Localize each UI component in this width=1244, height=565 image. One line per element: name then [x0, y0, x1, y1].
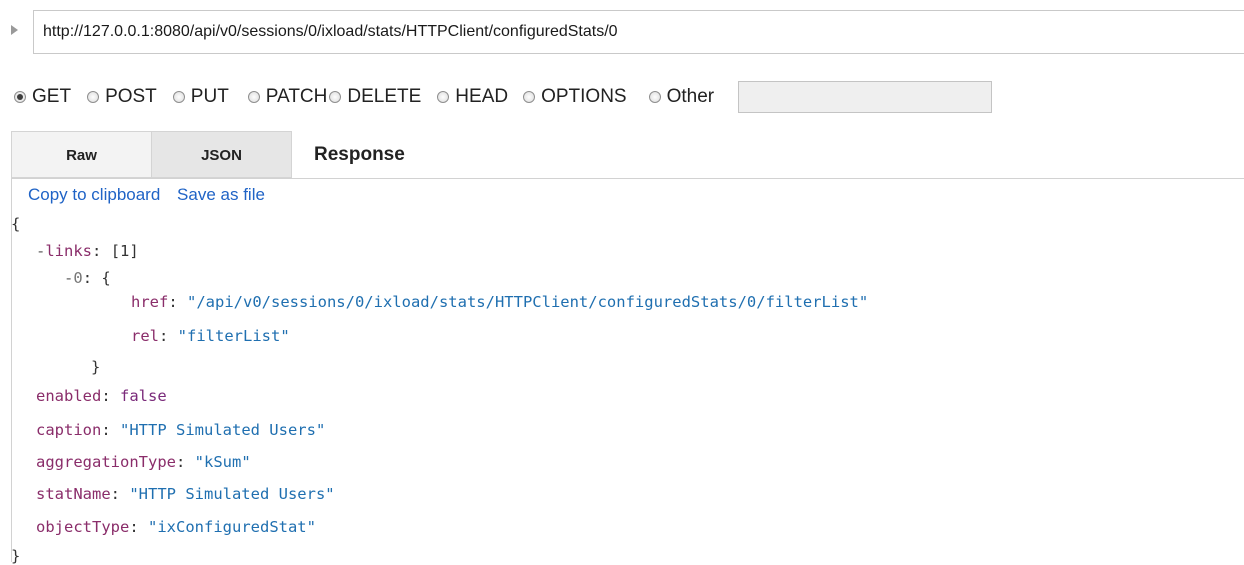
expand-arrow-icon[interactable]: [11, 25, 18, 35]
json-caption-row: caption: "HTTP Simulated Users": [36, 421, 326, 439]
json-links-row: -links: [1]: [36, 242, 139, 260]
radio-put[interactable]: PUT: [172, 86, 229, 108]
json-root-open: {: [11, 215, 20, 233]
item-open-brace: {: [101, 269, 111, 287]
open-brace: {: [11, 215, 21, 233]
json-statname-row: statName: "HTTP Simulated Users": [36, 485, 335, 503]
response-actions: Copy to clipboard Save as file: [28, 185, 277, 205]
radio-delete-label: DELETE: [347, 86, 422, 107]
radio-other[interactable]: Other: [648, 86, 715, 108]
aggregation-type-value: "kSum": [194, 453, 251, 471]
radio-head-label: HEAD: [455, 86, 509, 107]
json-enabled-row: enabled: false: [36, 387, 167, 405]
radio-other-label: Other: [666, 86, 715, 107]
enabled-value: false: [120, 387, 167, 405]
close-brace: }: [11, 547, 21, 565]
enabled-key: enabled: [36, 387, 102, 405]
url-input[interactable]: http://127.0.0.1:8080/api/v0/sessions/0/…: [33, 10, 1244, 54]
json-item-close: }: [91, 358, 100, 376]
radio-icon: [87, 91, 100, 103]
collapse-links-toggle[interactable]: -: [36, 242, 45, 260]
radio-get[interactable]: GET: [14, 86, 71, 108]
radio-icon: [329, 91, 342, 103]
response-heading: Response: [314, 143, 405, 165]
aggregation-type-key: aggregationType: [36, 453, 176, 471]
object-type-key: objectType: [36, 518, 130, 536]
radio-patch[interactable]: PATCH: [247, 86, 328, 108]
json-root-close: }: [11, 547, 20, 565]
radio-icon: [648, 91, 661, 103]
radio-icon: [172, 91, 185, 103]
tab-raw[interactable]: Raw: [11, 131, 152, 178]
method-selector: GET POST PUT PATCH DELETE HEAD OPTIONS O…: [14, 81, 993, 113]
caption-key: caption: [36, 421, 102, 439]
href-key: href: [131, 293, 169, 311]
collapse-item-toggle[interactable]: -: [64, 269, 73, 287]
json-item-row: -0: {: [64, 269, 111, 287]
radio-icon: [437, 91, 450, 103]
other-method-input[interactable]: [738, 81, 993, 113]
item-index: 0: [73, 269, 83, 287]
radio-post[interactable]: POST: [87, 86, 157, 108]
rel-key: rel: [131, 327, 159, 345]
caption-value: "HTTP Simulated Users": [120, 421, 326, 439]
radio-put-label: PUT: [190, 86, 229, 107]
json-href-row: href: "/api/v0/sessions/0/ixload/stats/H…: [131, 293, 869, 311]
response-tabs: Raw JSON Response: [11, 131, 405, 178]
item-close-brace: }: [91, 358, 101, 376]
radio-options-label: OPTIONS: [541, 86, 627, 107]
radio-delete[interactable]: DELETE: [329, 86, 421, 108]
radio-patch-label: PATCH: [265, 86, 328, 107]
radio-icon: [247, 91, 260, 103]
href-value: "/api/v0/sessions/0/ixload/stats/HTTPCli…: [187, 293, 869, 311]
rel-value: "filterList": [177, 327, 290, 345]
stat-name-key: statName: [36, 485, 111, 503]
tab-json[interactable]: JSON: [152, 131, 292, 178]
stat-name-value: "HTTP Simulated Users": [129, 485, 335, 503]
object-type-value: "ixConfiguredStat": [148, 518, 316, 536]
radio-selected-icon: [14, 91, 26, 103]
json-aggregation-row: aggregationType: "kSum": [36, 453, 251, 471]
radio-post-label: POST: [105, 86, 157, 107]
radio-get-label: GET: [32, 86, 72, 107]
radio-options[interactable]: OPTIONS: [523, 86, 627, 108]
links-count: [1]: [110, 242, 139, 260]
links-key: links: [45, 242, 93, 260]
response-panel: Copy to clipboard Save as file: [11, 178, 1244, 562]
json-rel-row: rel: "filterList": [131, 327, 290, 345]
json-objecttype-row: objectType: "ixConfiguredStat": [36, 518, 316, 536]
save-as-file-link[interactable]: Save as file: [177, 185, 265, 204]
radio-icon: [523, 91, 536, 103]
copy-to-clipboard-link[interactable]: Copy to clipboard: [28, 185, 160, 204]
radio-head[interactable]: HEAD: [437, 86, 508, 108]
